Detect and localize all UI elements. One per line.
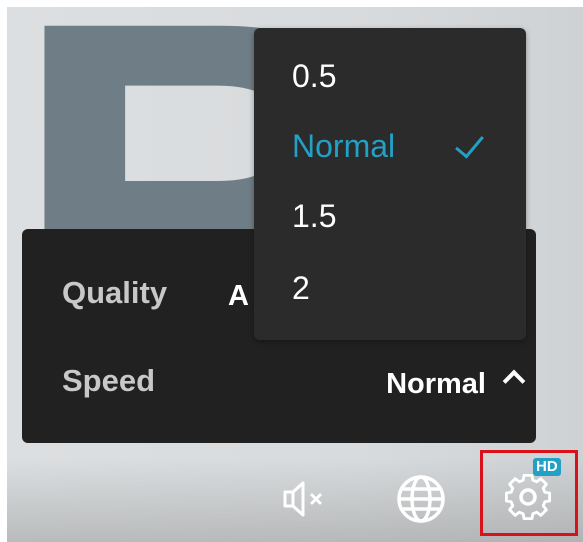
language-button[interactable]	[393, 471, 449, 527]
speed-menu: 0.5 Normal 1.5 2	[254, 28, 526, 340]
chevron-up-icon	[502, 369, 526, 393]
speed-option-0-5[interactable]: 0.5	[292, 58, 492, 108]
quality-label: Quality	[62, 275, 168, 310]
speaker-muted-icon	[283, 481, 322, 517]
speed-label: Speed	[62, 363, 156, 398]
quality-value: A	[228, 280, 249, 312]
frame-edge	[0, 0, 7, 542]
speed-option-1-5[interactable]: 1.5	[292, 198, 492, 248]
speed-option-2[interactable]: 2	[292, 270, 492, 320]
globe-icon	[397, 475, 445, 523]
gear-icon	[504, 473, 552, 521]
speed-value: Normal	[386, 368, 486, 400]
hd-badge: HD	[533, 458, 561, 476]
speed-row[interactable]: Speed Normal	[22, 351, 536, 411]
mute-button[interactable]	[281, 475, 329, 523]
settings-button[interactable]	[480, 450, 578, 536]
